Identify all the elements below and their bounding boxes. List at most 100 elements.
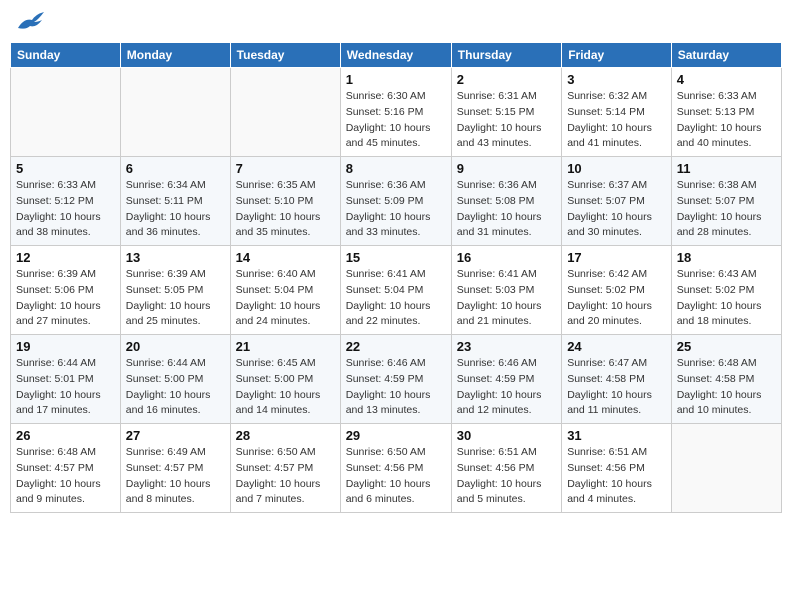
calendar-cell: 28 Sunrise: 6:50 AM Sunset: 4:57 PM Dayli…	[230, 424, 340, 513]
calendar-cell: 9 Sunrise: 6:36 AM Sunset: 5:08 PM Daylig…	[451, 157, 561, 246]
calendar-cell: 5 Sunrise: 6:33 AM Sunset: 5:12 PM Daylig…	[11, 157, 121, 246]
calendar-table: SundayMondayTuesdayWednesdayThursdayFrid…	[10, 42, 782, 513]
day-number: 31	[567, 428, 666, 443]
day-info: Sunrise: 6:49 AM Sunset: 4:57 PM Dayligh…	[126, 445, 225, 508]
page-header	[10, 10, 782, 34]
day-number: 10	[567, 161, 666, 176]
day-number: 18	[677, 250, 776, 265]
calendar-cell: 2 Sunrise: 6:31 AM Sunset: 5:15 PM Daylig…	[451, 68, 561, 157]
day-number: 1	[346, 72, 446, 87]
day-info: Sunrise: 6:36 AM Sunset: 5:09 PM Dayligh…	[346, 178, 446, 241]
day-info: Sunrise: 6:45 AM Sunset: 5:00 PM Dayligh…	[236, 356, 335, 419]
day-info: Sunrise: 6:44 AM Sunset: 5:01 PM Dayligh…	[16, 356, 115, 419]
day-info: Sunrise: 6:32 AM Sunset: 5:14 PM Dayligh…	[567, 89, 666, 152]
calendar-cell: 10 Sunrise: 6:37 AM Sunset: 5:07 PM Dayli…	[562, 157, 672, 246]
day-number: 29	[346, 428, 446, 443]
calendar-cell: 1 Sunrise: 6:30 AM Sunset: 5:16 PM Daylig…	[340, 68, 451, 157]
day-number: 7	[236, 161, 335, 176]
day-number: 17	[567, 250, 666, 265]
day-number: 5	[16, 161, 115, 176]
day-info: Sunrise: 6:33 AM Sunset: 5:13 PM Dayligh…	[677, 89, 776, 152]
calendar-cell: 3 Sunrise: 6:32 AM Sunset: 5:14 PM Daylig…	[562, 68, 672, 157]
day-number: 27	[126, 428, 225, 443]
column-header-monday: Monday	[120, 43, 230, 68]
day-info: Sunrise: 6:47 AM Sunset: 4:58 PM Dayligh…	[567, 356, 666, 419]
calendar-cell	[120, 68, 230, 157]
calendar-cell	[671, 424, 781, 513]
day-number: 4	[677, 72, 776, 87]
day-info: Sunrise: 6:40 AM Sunset: 5:04 PM Dayligh…	[236, 267, 335, 330]
day-info: Sunrise: 6:33 AM Sunset: 5:12 PM Dayligh…	[16, 178, 115, 241]
calendar-cell: 11 Sunrise: 6:38 AM Sunset: 5:07 PM Dayli…	[671, 157, 781, 246]
day-info: Sunrise: 6:51 AM Sunset: 4:56 PM Dayligh…	[567, 445, 666, 508]
calendar-cell: 14 Sunrise: 6:40 AM Sunset: 5:04 PM Dayli…	[230, 246, 340, 335]
calendar-cell: 22 Sunrise: 6:46 AM Sunset: 4:59 PM Dayli…	[340, 335, 451, 424]
logo	[14, 10, 46, 34]
day-info: Sunrise: 6:34 AM Sunset: 5:11 PM Dayligh…	[126, 178, 225, 241]
day-info: Sunrise: 6:46 AM Sunset: 4:59 PM Dayligh…	[346, 356, 446, 419]
day-number: 16	[457, 250, 556, 265]
day-number: 30	[457, 428, 556, 443]
day-info: Sunrise: 6:41 AM Sunset: 5:03 PM Dayligh…	[457, 267, 556, 330]
calendar-cell: 31 Sunrise: 6:51 AM Sunset: 4:56 PM Dayli…	[562, 424, 672, 513]
day-number: 26	[16, 428, 115, 443]
day-number: 9	[457, 161, 556, 176]
day-info: Sunrise: 6:39 AM Sunset: 5:05 PM Dayligh…	[126, 267, 225, 330]
day-number: 23	[457, 339, 556, 354]
day-info: Sunrise: 6:48 AM Sunset: 4:58 PM Dayligh…	[677, 356, 776, 419]
calendar-cell: 7 Sunrise: 6:35 AM Sunset: 5:10 PM Daylig…	[230, 157, 340, 246]
logo-bird-icon	[16, 10, 46, 34]
calendar-cell	[11, 68, 121, 157]
day-info: Sunrise: 6:30 AM Sunset: 5:16 PM Dayligh…	[346, 89, 446, 152]
day-info: Sunrise: 6:39 AM Sunset: 5:06 PM Dayligh…	[16, 267, 115, 330]
day-number: 15	[346, 250, 446, 265]
calendar-cell: 29Sunrise: 6:50 AM Sunset: 4:56 PM Dayli…	[340, 424, 451, 513]
day-number: 22	[346, 339, 446, 354]
day-info: Sunrise: 6:42 AM Sunset: 5:02 PM Dayligh…	[567, 267, 666, 330]
day-number: 8	[346, 161, 446, 176]
calendar-cell: 18Sunrise: 6:43 AM Sunset: 5:02 PM Dayli…	[671, 246, 781, 335]
column-header-wednesday: Wednesday	[340, 43, 451, 68]
day-number: 13	[126, 250, 225, 265]
day-info: Sunrise: 6:50 AM Sunset: 4:57 PM Dayligh…	[236, 445, 335, 508]
day-info: Sunrise: 6:51 AM Sunset: 4:56 PM Dayligh…	[457, 445, 556, 508]
calendar-cell: 4 Sunrise: 6:33 AM Sunset: 5:13 PM Daylig…	[671, 68, 781, 157]
day-number: 20	[126, 339, 225, 354]
calendar-cell: 25 Sunrise: 6:48 AM Sunset: 4:58 PM Dayli…	[671, 335, 781, 424]
column-header-friday: Friday	[562, 43, 672, 68]
day-info: Sunrise: 6:46 AM Sunset: 4:59 PM Dayligh…	[457, 356, 556, 419]
calendar-cell: 23 Sunrise: 6:46 AM Sunset: 4:59 PM Dayli…	[451, 335, 561, 424]
day-number: 14	[236, 250, 335, 265]
calendar-cell: 30 Sunrise: 6:51 AM Sunset: 4:56 PM Dayli…	[451, 424, 561, 513]
column-header-tuesday: Tuesday	[230, 43, 340, 68]
day-number: 3	[567, 72, 666, 87]
calendar-cell: 27 Sunrise: 6:49 AM Sunset: 4:57 PM Dayli…	[120, 424, 230, 513]
day-number: 11	[677, 161, 776, 176]
calendar-cell	[230, 68, 340, 157]
calendar-cell: 12 Sunrise: 6:39 AM Sunset: 5:06 PM Dayli…	[11, 246, 121, 335]
day-info: Sunrise: 6:37 AM Sunset: 5:07 PM Dayligh…	[567, 178, 666, 241]
column-header-thursday: Thursday	[451, 43, 561, 68]
day-info: Sunrise: 6:35 AM Sunset: 5:10 PM Dayligh…	[236, 178, 335, 241]
calendar-cell: 16 Sunrise: 6:41 AM Sunset: 5:03 PM Dayli…	[451, 246, 561, 335]
day-info: Sunrise: 6:44 AM Sunset: 5:00 PM Dayligh…	[126, 356, 225, 419]
day-number: 25	[677, 339, 776, 354]
calendar-cell: 13 Sunrise: 6:39 AM Sunset: 5:05 PM Dayli…	[120, 246, 230, 335]
day-number: 6	[126, 161, 225, 176]
column-header-saturday: Saturday	[671, 43, 781, 68]
day-number: 2	[457, 72, 556, 87]
day-info: Sunrise: 6:38 AM Sunset: 5:07 PM Dayligh…	[677, 178, 776, 241]
calendar-cell: 19Sunrise: 6:44 AM Sunset: 5:01 PM Dayli…	[11, 335, 121, 424]
day-number: 12	[16, 250, 115, 265]
calendar-cell: 24 Sunrise: 6:47 AM Sunset: 4:58 PM Dayli…	[562, 335, 672, 424]
day-info: Sunrise: 6:48 AM Sunset: 4:57 PM Dayligh…	[16, 445, 115, 508]
day-number: 24	[567, 339, 666, 354]
day-info: Sunrise: 6:31 AM Sunset: 5:15 PM Dayligh…	[457, 89, 556, 152]
calendar-cell: 6 Sunrise: 6:34 AM Sunset: 5:11 PM Daylig…	[120, 157, 230, 246]
column-header-sunday: Sunday	[11, 43, 121, 68]
calendar-cell: 17 Sunrise: 6:42 AM Sunset: 5:02 PM Dayli…	[562, 246, 672, 335]
calendar-cell: 15Sunrise: 6:41 AM Sunset: 5:04 PM Dayli…	[340, 246, 451, 335]
day-info: Sunrise: 6:36 AM Sunset: 5:08 PM Dayligh…	[457, 178, 556, 241]
calendar-cell: 21Sunrise: 6:45 AM Sunset: 5:00 PM Dayli…	[230, 335, 340, 424]
day-number: 28	[236, 428, 335, 443]
